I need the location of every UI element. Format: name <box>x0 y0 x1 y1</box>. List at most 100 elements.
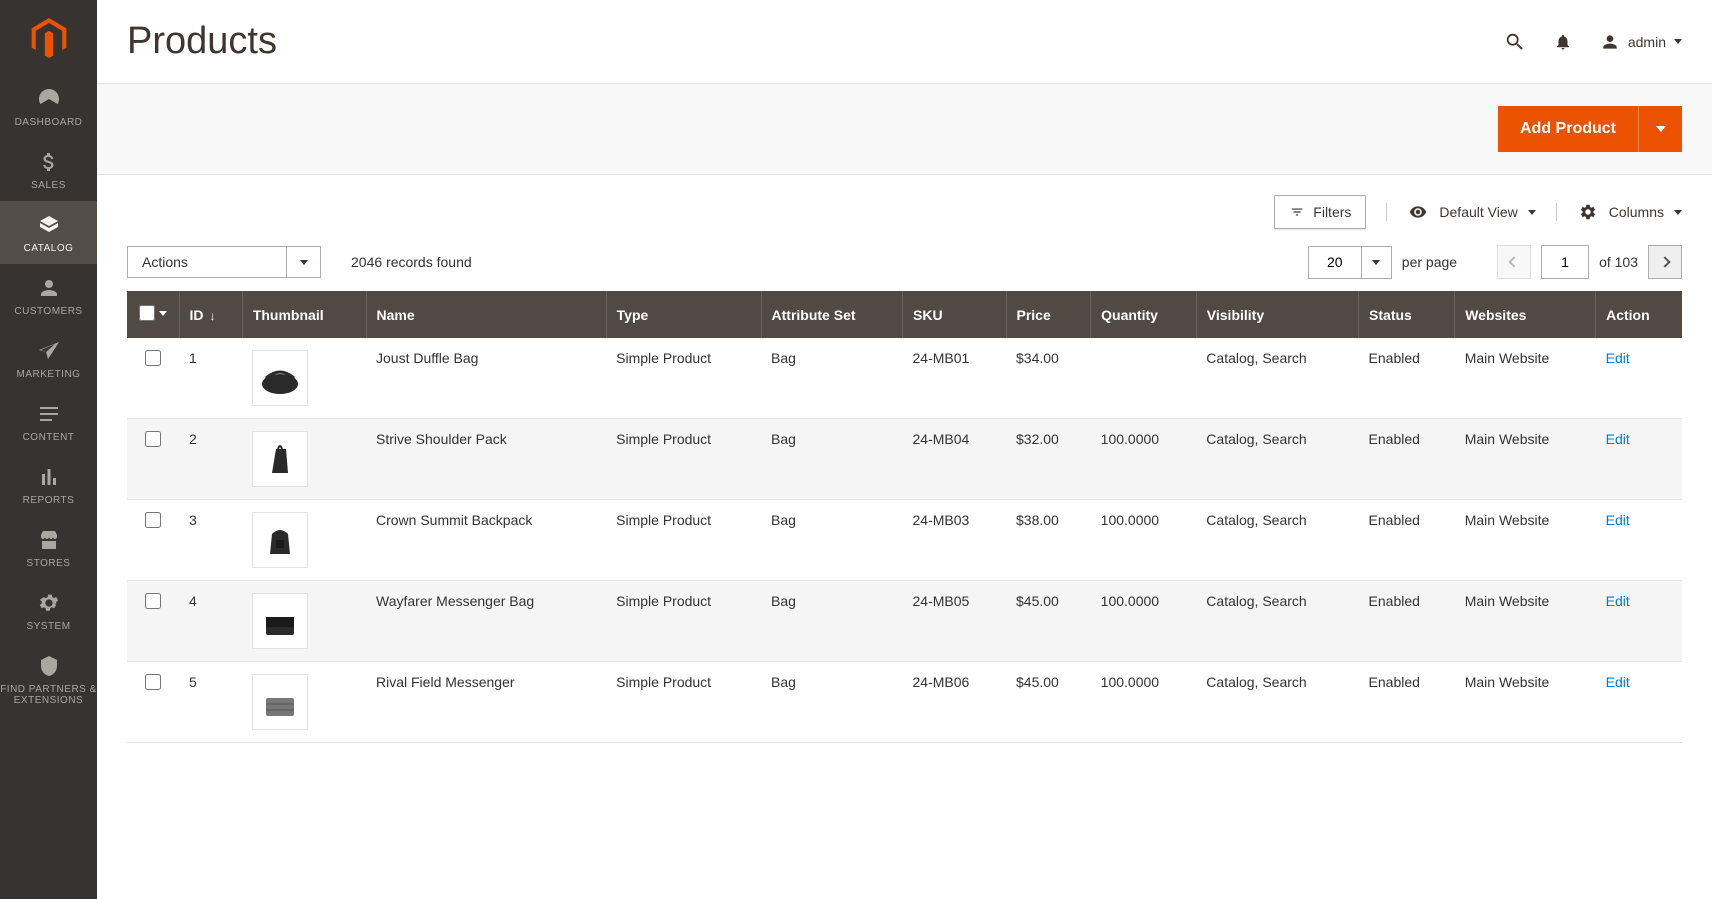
page-total: of 103 <box>1599 254 1638 270</box>
filters-button[interactable]: Filters <box>1274 195 1366 229</box>
edit-link[interactable]: Edit <box>1606 350 1630 366</box>
table-row: 2Strive Shoulder PackSimple ProductBag24… <box>127 419 1682 500</box>
caret-down-icon <box>1528 210 1536 215</box>
nav-customers[interactable]: CUSTOMERS <box>0 264 97 327</box>
cell-type: Simple Product <box>606 338 761 419</box>
col-status[interactable]: Status <box>1359 291 1455 338</box>
cell-status: Enabled <box>1359 338 1455 419</box>
cell-sku: 24-MB01 <box>903 338 1007 419</box>
actions-select-toggle[interactable] <box>287 246 321 278</box>
product-thumbnail[interactable] <box>252 593 308 649</box>
cell-thumbnail <box>242 662 366 743</box>
col-websites[interactable]: Websites <box>1455 291 1596 338</box>
select-all-checkbox[interactable] <box>139 305 155 321</box>
product-thumbnail[interactable] <box>252 512 308 568</box>
col-action[interactable]: Action <box>1596 291 1682 338</box>
cell-id: 2 <box>179 419 242 500</box>
nav-label: DASHBOARD <box>0 117 97 128</box>
product-thumbnail[interactable] <box>252 350 308 406</box>
product-thumbnail[interactable] <box>252 674 308 730</box>
cell-attribute-set: Bag <box>761 419 902 500</box>
cell-name: Strive Shoulder Pack <box>366 419 606 500</box>
per-page-dropdown[interactable] <box>1362 246 1392 279</box>
cell-quantity <box>1091 338 1197 419</box>
cell-websites: Main Website <box>1455 662 1596 743</box>
table-row: 3Crown Summit BackpackSimple ProductBag2… <box>127 500 1682 581</box>
col-thumbnail[interactable]: Thumbnail <box>242 291 366 338</box>
col-attribute-set[interactable]: Attribute Set <box>761 291 902 338</box>
chevron-left-icon <box>1508 256 1519 267</box>
default-view-dropdown[interactable]: Default View <box>1386 203 1535 221</box>
caret-down-icon <box>300 260 308 265</box>
product-thumbnail[interactable] <box>252 431 308 487</box>
cell-quantity: 100.0000 <box>1091 419 1197 500</box>
edit-link[interactable]: Edit <box>1606 674 1630 690</box>
per-page-input[interactable] <box>1308 246 1362 279</box>
nav-marketing[interactable]: MARKETING <box>0 327 97 390</box>
stores-icon <box>35 528 63 552</box>
nav-sales[interactable]: SALES <box>0 138 97 201</box>
table-row: 4Wayfarer Messenger BagSimple ProductBag… <box>127 581 1682 662</box>
nav-label: STORES <box>0 558 97 569</box>
nav-catalog[interactable]: CATALOG <box>0 201 97 264</box>
user-label: admin <box>1628 34 1666 50</box>
add-product-button[interactable]: Add Product <box>1498 106 1638 152</box>
edit-link[interactable]: Edit <box>1606 431 1630 447</box>
customers-icon <box>35 276 63 300</box>
nav-find-partners-extensions[interactable]: FIND PARTNERS & EXTENSIONS <box>0 642 97 716</box>
edit-link[interactable]: Edit <box>1606 593 1630 609</box>
nav-label: SALES <box>0 180 97 191</box>
bell-icon[interactable] <box>1554 33 1572 51</box>
eye-icon <box>1407 203 1429 221</box>
magento-logo[interactable] <box>0 0 97 75</box>
col-price[interactable]: Price <box>1006 291 1091 338</box>
col-type[interactable]: Type <box>606 291 761 338</box>
nav-label: FIND PARTNERS & EXTENSIONS <box>0 684 97 706</box>
cell-type: Simple Product <box>606 419 761 500</box>
columns-dropdown[interactable]: Columns <box>1556 203 1682 221</box>
search-icon[interactable] <box>1504 31 1526 53</box>
add-product-dropdown[interactable] <box>1638 106 1682 152</box>
nav-content[interactable]: CONTENT <box>0 390 97 453</box>
cell-name: Crown Summit Backpack <box>366 500 606 581</box>
nav-system[interactable]: SYSTEM <box>0 579 97 642</box>
cell-visibility: Catalog, Search <box>1196 419 1358 500</box>
cell-quantity: 100.0000 <box>1091 500 1197 581</box>
col-sku[interactable]: SKU <box>903 291 1007 338</box>
edit-link[interactable]: Edit <box>1606 512 1630 528</box>
system-icon <box>35 591 63 615</box>
caret-down-icon <box>1674 39 1682 44</box>
row-checkbox[interactable] <box>145 593 161 609</box>
nav-label: REPORTS <box>0 495 97 506</box>
row-checkbox[interactable] <box>145 674 161 690</box>
col-id[interactable]: ID↓ <box>179 291 242 338</box>
catalog-icon <box>35 213 63 237</box>
cell-visibility: Catalog, Search <box>1196 581 1358 662</box>
caret-down-icon <box>159 311 167 316</box>
cell-thumbnail <box>242 500 366 581</box>
marketing-icon <box>35 339 63 363</box>
cell-name: Rival Field Messenger <box>366 662 606 743</box>
col-visibility[interactable]: Visibility <box>1196 291 1358 338</box>
cell-attribute-set: Bag <box>761 338 902 419</box>
reports-icon <box>35 465 63 489</box>
page-input[interactable] <box>1541 245 1589 279</box>
nav-reports[interactable]: REPORTS <box>0 453 97 516</box>
prev-page-button[interactable] <box>1497 245 1531 279</box>
cell-sku: 24-MB06 <box>903 662 1007 743</box>
user-menu[interactable]: admin <box>1600 32 1682 52</box>
row-checkbox[interactable] <box>145 350 161 366</box>
next-page-button[interactable] <box>1648 245 1682 279</box>
col-name[interactable]: Name <box>366 291 606 338</box>
row-checkbox[interactable] <box>145 512 161 528</box>
cell-sku: 24-MB05 <box>903 581 1007 662</box>
row-checkbox[interactable] <box>145 431 161 447</box>
actions-select[interactable]: Actions <box>127 246 287 278</box>
nav-stores[interactable]: STORES <box>0 516 97 579</box>
cell-price: $32.00 <box>1006 419 1091 500</box>
col-quantity[interactable]: Quantity <box>1091 291 1197 338</box>
nav-dashboard[interactable]: DASHBOARD <box>0 75 97 138</box>
cell-websites: Main Website <box>1455 500 1596 581</box>
caret-down-icon <box>1372 260 1380 265</box>
funnel-icon <box>1289 205 1305 219</box>
